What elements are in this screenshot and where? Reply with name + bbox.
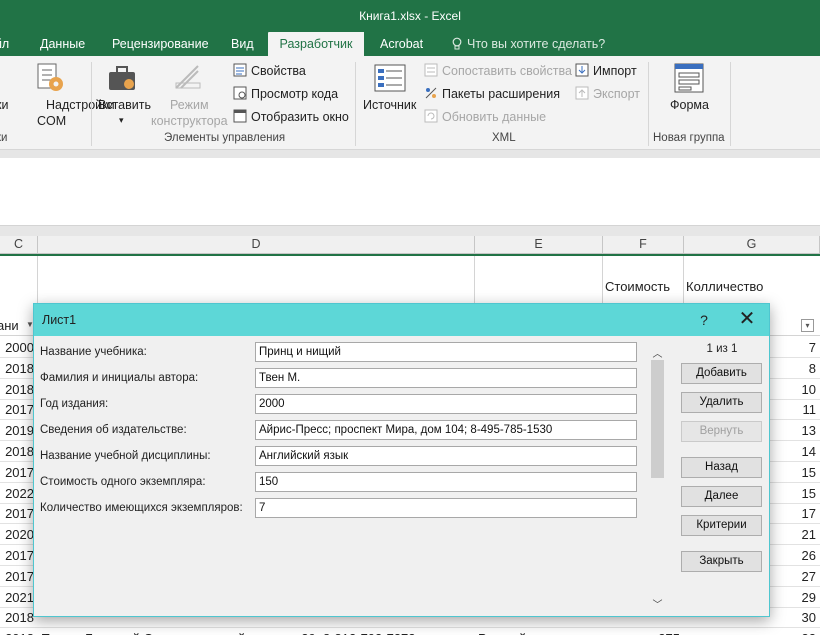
xml-group-label: XML [492, 132, 516, 144]
column-header-f[interactable]: F [603, 236, 684, 254]
expansion-packs-icon [424, 86, 438, 103]
tell-me-input[interactable]: Что вы хотите сделать? [467, 32, 605, 56]
window-title: Книга1.xlsx - Excel [0, 0, 820, 32]
cell-d[interactable]: Питер; Большой Сампсониевский пр., дом 2… [38, 629, 475, 635]
ribbon-tabs: айл Данные Рецензирование Вид Разработчи… [0, 32, 820, 56]
properties-icon [233, 63, 247, 80]
header-g-text: Колличество [686, 279, 764, 294]
formula-area [0, 158, 820, 226]
field-input[interactable]: 150 [255, 472, 637, 492]
filter-dropdown-icon[interactable]: ▾ [801, 319, 814, 332]
find-next-button[interactable]: Далее [681, 486, 762, 507]
design-mode-label-2[interactable]: конструктора [151, 113, 228, 129]
com-addins-label-2[interactable]: COM [37, 113, 66, 129]
close-icon[interactable]: ✕ [734, 304, 760, 336]
field-input[interactable]: Твен М. [255, 368, 637, 388]
addins-partial-label[interactable]: ки [0, 97, 8, 113]
controls-group-label: Элементы управления [164, 132, 286, 144]
tab-review[interactable]: Рецензирование [112, 32, 209, 56]
run-dialog-icon [233, 109, 247, 126]
grid-top-strip [0, 226, 820, 236]
field-label: Сведения об издательстве: [40, 424, 187, 436]
tab-data[interactable]: Данные [40, 32, 85, 56]
lightbulb-icon [452, 37, 462, 54]
find-prev-button[interactable]: Назад [681, 457, 762, 478]
separator [648, 62, 649, 146]
tab-view[interactable]: Вид [231, 32, 254, 56]
scroll-up-icon[interactable]: ︿ [649, 345, 666, 360]
column-header-e[interactable]: E [475, 236, 603, 254]
field-label: Название учебника: [40, 346, 147, 358]
tab-file[interactable]: айл [0, 32, 9, 56]
field-label: Количество имеющихся экземпляров: [40, 502, 243, 514]
com-addins-icon [36, 62, 66, 97]
design-mode-icon [173, 63, 203, 94]
column-header-d[interactable]: D [38, 236, 475, 254]
column-header-g[interactable]: G [684, 236, 820, 254]
cell-c[interactable]: 2018 [0, 629, 38, 635]
scroll-thumb[interactable] [651, 360, 664, 478]
cell-e[interactable]: Русский язык [475, 629, 603, 635]
dialog-title[interactable]: Лист1 [34, 304, 769, 336]
field-input[interactable]: Айрис-Пресс; проспект Мира, дом 104; 8-4… [255, 420, 637, 440]
field-label: Стоимость одного экземпляра: [40, 476, 206, 488]
chevron-down-icon: ▾ [119, 115, 124, 125]
import-icon [575, 63, 589, 80]
criteria-button[interactable]: Критерии [681, 515, 762, 536]
toolbox-icon [107, 64, 137, 95]
ribbon-developer: ки ки Надстройки COM Вставить ▾ Режим ко… [0, 56, 820, 150]
cell-g[interactable]: 32 [684, 629, 820, 635]
ribbon-border [0, 150, 820, 158]
insert-controls-button[interactable]: Вставить [98, 97, 151, 113]
map-properties-icon [424, 63, 438, 80]
form-button[interactable]: Форма [670, 97, 709, 113]
export-button[interactable]: Экспорт [593, 86, 640, 102]
field-label: Год издания: [40, 398, 109, 410]
field-input[interactable]: 2000 [255, 394, 637, 414]
separator [91, 62, 92, 146]
scroll-down-icon[interactable]: ﹀ [649, 596, 666, 611]
header-f-text: Стоимость [605, 279, 671, 294]
new-group-label: Новая группа [653, 132, 725, 144]
field-input[interactable]: Английский язык [255, 446, 637, 466]
record-counter: 1 из 1 [706, 343, 738, 355]
view-code-button[interactable]: Просмотр кода [251, 86, 338, 102]
cell-f[interactable]: 275 [603, 629, 684, 635]
column-header-c[interactable]: C [0, 236, 38, 254]
field-input[interactable]: 7 [255, 498, 637, 518]
close-dialog-button[interactable]: Закрыть [681, 551, 762, 572]
refresh-data-icon [424, 109, 438, 126]
help-button[interactable]: ? [694, 304, 714, 336]
map-properties-button[interactable]: Сопоставить свойства [442, 63, 572, 79]
xml-source-button[interactable]: Источник [363, 97, 416, 113]
field-input[interactable]: Принц и нищий [255, 342, 637, 362]
tab-acrobat[interactable]: Acrobat [380, 32, 423, 56]
header-c-text: ани [0, 318, 19, 333]
export-icon [575, 86, 589, 103]
record-scrollbar[interactable]: ︿ ﹀ [649, 344, 666, 612]
field-label: Название учебной дисциплины: [40, 450, 211, 462]
tab-developer[interactable]: Разработчик [268, 32, 364, 56]
design-mode-label-1[interactable]: Режим [170, 97, 209, 113]
restore-button[interactable]: Вернуть [681, 421, 762, 442]
form-icon [674, 63, 704, 96]
run-dialog-button[interactable]: Отобразить окно [251, 109, 349, 125]
refresh-data-button[interactable]: Обновить данные [442, 109, 546, 125]
new-record-button[interactable]: Добавить [681, 363, 762, 384]
delete-record-button[interactable]: Удалить [681, 392, 762, 413]
table-row: 2018Питер; Большой Сампсониевский пр., д… [0, 629, 820, 635]
separator [730, 62, 731, 146]
properties-button[interactable]: Свойства [251, 63, 306, 79]
expansion-packs-button[interactable]: Пакеты расширения [442, 86, 560, 102]
field-label: Фамилия и инициалы автора: [40, 372, 199, 384]
view-code-icon [233, 86, 247, 103]
import-button[interactable]: Импорт [593, 63, 637, 79]
separator [355, 62, 356, 146]
data-form-dialog: Лист1 ? ✕ Название учебника: Принц и нищи… [33, 303, 770, 617]
addins-group-partial: ки [0, 132, 8, 144]
xml-source-icon [374, 64, 406, 95]
